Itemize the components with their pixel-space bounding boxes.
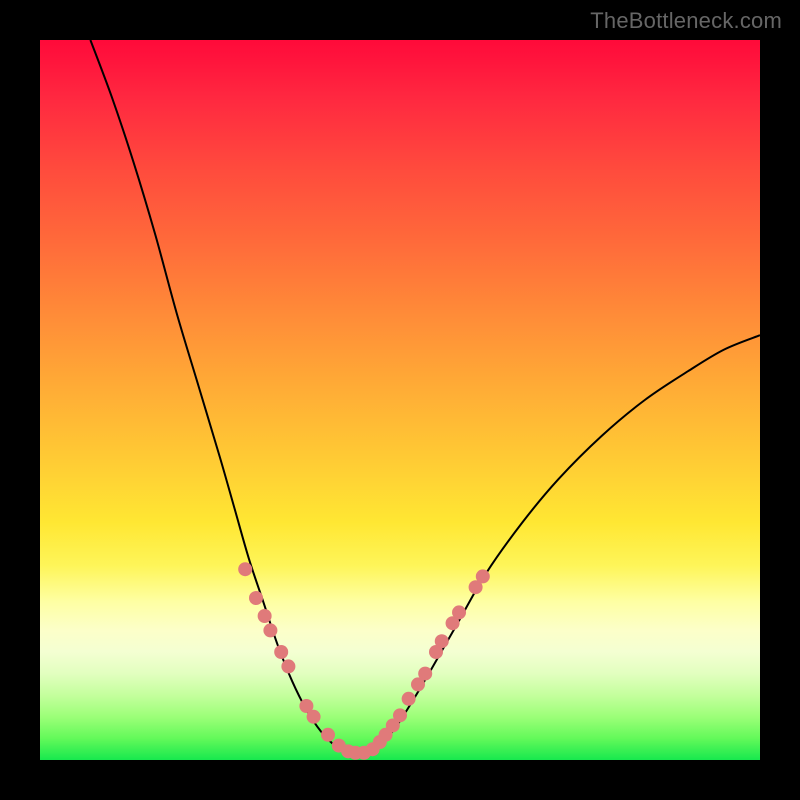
curve-marker	[249, 591, 263, 605]
curve-marker	[238, 562, 252, 576]
watermark-text: TheBottleneck.com	[590, 8, 782, 34]
curve-marker	[418, 667, 432, 681]
curve-marker	[321, 728, 335, 742]
curve-marker	[274, 645, 288, 659]
curve-marker	[281, 659, 295, 673]
curve-marker	[402, 692, 416, 706]
curve-line	[90, 40, 760, 754]
plot-svg	[40, 40, 760, 760]
curve-marker	[452, 605, 466, 619]
curve-markers	[238, 562, 490, 760]
curve-marker	[263, 623, 277, 637]
curve-marker	[435, 634, 449, 648]
curve-marker	[476, 569, 490, 583]
curve-marker	[307, 710, 321, 724]
chart-frame: TheBottleneck.com	[0, 0, 800, 800]
curve-marker	[393, 708, 407, 722]
plot-area	[40, 40, 760, 760]
curve-marker	[258, 609, 272, 623]
